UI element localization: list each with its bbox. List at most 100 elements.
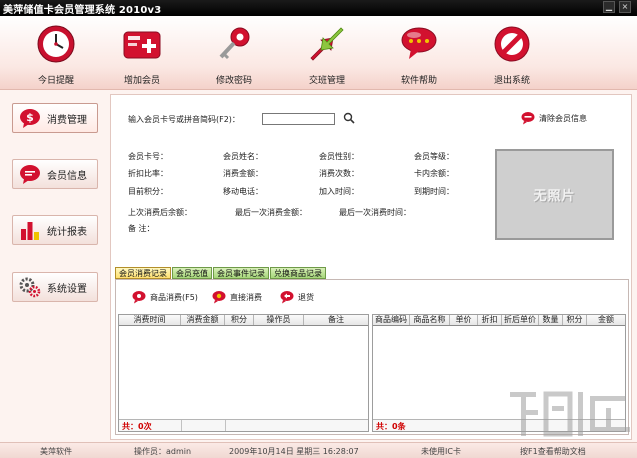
field-last-time: 最后一次消费时间： xyxy=(339,208,411,217)
column-header[interactable]: 单价 xyxy=(450,315,478,325)
tab-consumption-records[interactable]: 会员消费记录 xyxy=(115,267,171,279)
toolbar-label: 软件帮助 xyxy=(400,76,437,86)
return-goods-label: 退货 xyxy=(298,292,314,302)
table-footer: 共：0次 xyxy=(119,419,368,431)
gears-icon xyxy=(19,277,41,298)
field-mobile: 移动电话： xyxy=(223,187,263,196)
field-balance: 卡内余额： xyxy=(414,169,454,178)
status-datetime: 2009年10月14日 星期三 16:28:07 xyxy=(229,447,359,456)
column-header[interactable]: 积分 xyxy=(225,315,254,325)
status-help-hint: 按F1查看帮助文档 xyxy=(520,447,586,456)
field-last-balance: 上次消费后余额： xyxy=(128,208,192,217)
footer-cell xyxy=(181,420,182,431)
field-points: 目前积分： xyxy=(128,187,168,196)
toolbar-exit-system[interactable]: 退出系统 xyxy=(472,20,552,88)
goods-consumption-label: 商品消费(F5) xyxy=(150,292,198,302)
window-title: 美萍储值卡会员管理系统 2010v3 xyxy=(3,4,162,16)
field-name: 会员姓名： xyxy=(223,152,263,161)
tab-event-records[interactable]: 会员事件记录 xyxy=(213,267,269,279)
toolbar-label: 退出系统 xyxy=(493,76,530,86)
side-navigation: $ 消费管理 会员信息 统计报表 系统设置 xyxy=(0,91,108,442)
no-entry-icon xyxy=(494,26,530,62)
footer-cell xyxy=(225,420,226,431)
table-header: 商品编码 商品名称 单价 折扣 折后单价 数量 积分 金额 xyxy=(373,315,625,326)
consumption-records-table[interactable]: 消费时间 消费金额 积分 操作员 备注 共：0次 xyxy=(118,314,369,432)
column-header[interactable]: 数量 xyxy=(539,315,563,325)
key-icon xyxy=(219,27,250,60)
record-count: 共：0条 xyxy=(376,422,406,431)
column-header[interactable]: 消费时间 xyxy=(119,315,181,325)
svg-text:$: $ xyxy=(26,111,34,124)
dollar-icon: $ xyxy=(20,109,40,128)
field-times: 消费次数： xyxy=(319,169,359,178)
toolbar-label: 增加会员 xyxy=(123,76,160,86)
title-bar: 美萍储值卡会员管理系统 2010v3 ▁ × xyxy=(0,0,637,16)
sidebar-item-label: 消费管理 xyxy=(47,114,87,126)
coin-bubble-icon xyxy=(212,291,226,304)
app-window: 美萍储值卡会员管理系统 2010v3 ▁ × 今日提醒 增加会员 修改密码 交班… xyxy=(0,0,637,458)
sidebar-item-consumption[interactable]: $ 消费管理 xyxy=(12,103,98,133)
column-header[interactable]: 金额 xyxy=(587,315,625,325)
toolbar-add-member[interactable]: 增加会员 xyxy=(102,20,182,88)
field-note: 备 注： xyxy=(128,224,155,233)
toolbar-label: 今日提醒 xyxy=(37,76,74,86)
clear-member-info-label: 清除会员信息 xyxy=(539,113,587,123)
column-header[interactable]: 商品名称 xyxy=(410,315,450,325)
toolbar-label: 修改密码 xyxy=(215,76,252,86)
toolbar-change-password[interactable]: 修改密码 xyxy=(194,20,274,88)
status-operator: 操作员：admin xyxy=(134,447,192,456)
field-expire: 到期时间： xyxy=(414,187,454,196)
clear-bubble-icon xyxy=(521,112,535,125)
add-member-icon xyxy=(123,31,161,59)
record-count: 共：0次 xyxy=(122,422,152,431)
no-photo-text: 无照片 xyxy=(533,189,576,204)
column-header[interactable]: 消费金额 xyxy=(181,315,225,325)
column-header[interactable]: 积分 xyxy=(563,315,587,325)
clear-member-info-button[interactable]: 清除会员信息 xyxy=(521,111,587,125)
tab-recharge[interactable]: 会员充值 xyxy=(172,267,212,279)
column-header[interactable]: 折后单价 xyxy=(502,315,539,325)
field-card-no: 会员卡号： xyxy=(128,152,168,161)
status-bar: 美萍软件 操作员：admin 2009年10月14日 星期三 16:28:07 … xyxy=(0,442,637,458)
bar-chart-icon xyxy=(21,222,39,240)
column-header[interactable]: 备注 xyxy=(304,315,368,325)
sidebar-item-member-info[interactable]: 会员信息 xyxy=(12,159,98,189)
column-header[interactable]: 操作员 xyxy=(254,315,304,325)
column-header[interactable]: 折扣 xyxy=(478,315,502,325)
toolbar-shift-management[interactable]: 交班管理 xyxy=(287,20,367,88)
search-icon[interactable] xyxy=(343,112,355,124)
help-bubble-icon xyxy=(401,27,437,59)
main-toolbar: 今日提醒 增加会员 修改密码 交班管理 软件帮助 退出系统 xyxy=(0,16,637,90)
sidebar-item-label: 统计报表 xyxy=(47,226,87,238)
cart-bubble-icon xyxy=(132,291,146,304)
status-ic-card: 未使用IC卡 xyxy=(421,447,461,456)
field-join-date: 加入时间： xyxy=(319,187,359,196)
goods-consumption-button[interactable]: 商品消费(F5) xyxy=(132,290,198,304)
minimize-button[interactable]: ▁ xyxy=(603,1,615,13)
toolbar-software-help[interactable]: 软件帮助 xyxy=(379,20,459,88)
tab-exchange-records[interactable]: 兑换商品记录 xyxy=(270,267,326,279)
field-gender: 会员性别： xyxy=(319,152,359,161)
sidebar-item-label: 会员信息 xyxy=(47,170,87,182)
close-button[interactable]: × xyxy=(619,1,631,13)
direct-consumption-label: 直接消费 xyxy=(230,292,262,302)
sidebar-item-statistics[interactable]: 统计报表 xyxy=(12,215,98,245)
sidebar-item-settings[interactable]: 系统设置 xyxy=(12,272,98,302)
return-goods-button[interactable]: 退货 xyxy=(280,290,314,304)
toolbar-label: 交班管理 xyxy=(308,76,345,86)
direct-consumption-button[interactable]: 直接消费 xyxy=(212,290,262,304)
sidebar-item-label: 系统设置 xyxy=(47,283,87,295)
status-company: 美萍软件 xyxy=(40,447,72,456)
toolbar-today-reminder[interactable]: 今日提醒 xyxy=(16,20,96,88)
chat-bubble-icon xyxy=(20,165,40,184)
member-search-input[interactable] xyxy=(262,113,335,125)
exchange-arrows-icon xyxy=(310,27,344,61)
table-header: 消费时间 消费金额 积分 操作员 备注 xyxy=(119,315,368,326)
field-level: 会员等级： xyxy=(414,152,454,161)
column-header[interactable]: 商品编码 xyxy=(373,315,410,325)
field-discount: 折扣比率： xyxy=(128,169,168,178)
search-label: 输入会员卡号或拼音简码(F2)： xyxy=(128,115,240,124)
clock-icon xyxy=(37,25,75,63)
download-site-watermark xyxy=(510,391,630,437)
field-spent: 消费金额： xyxy=(223,169,263,178)
